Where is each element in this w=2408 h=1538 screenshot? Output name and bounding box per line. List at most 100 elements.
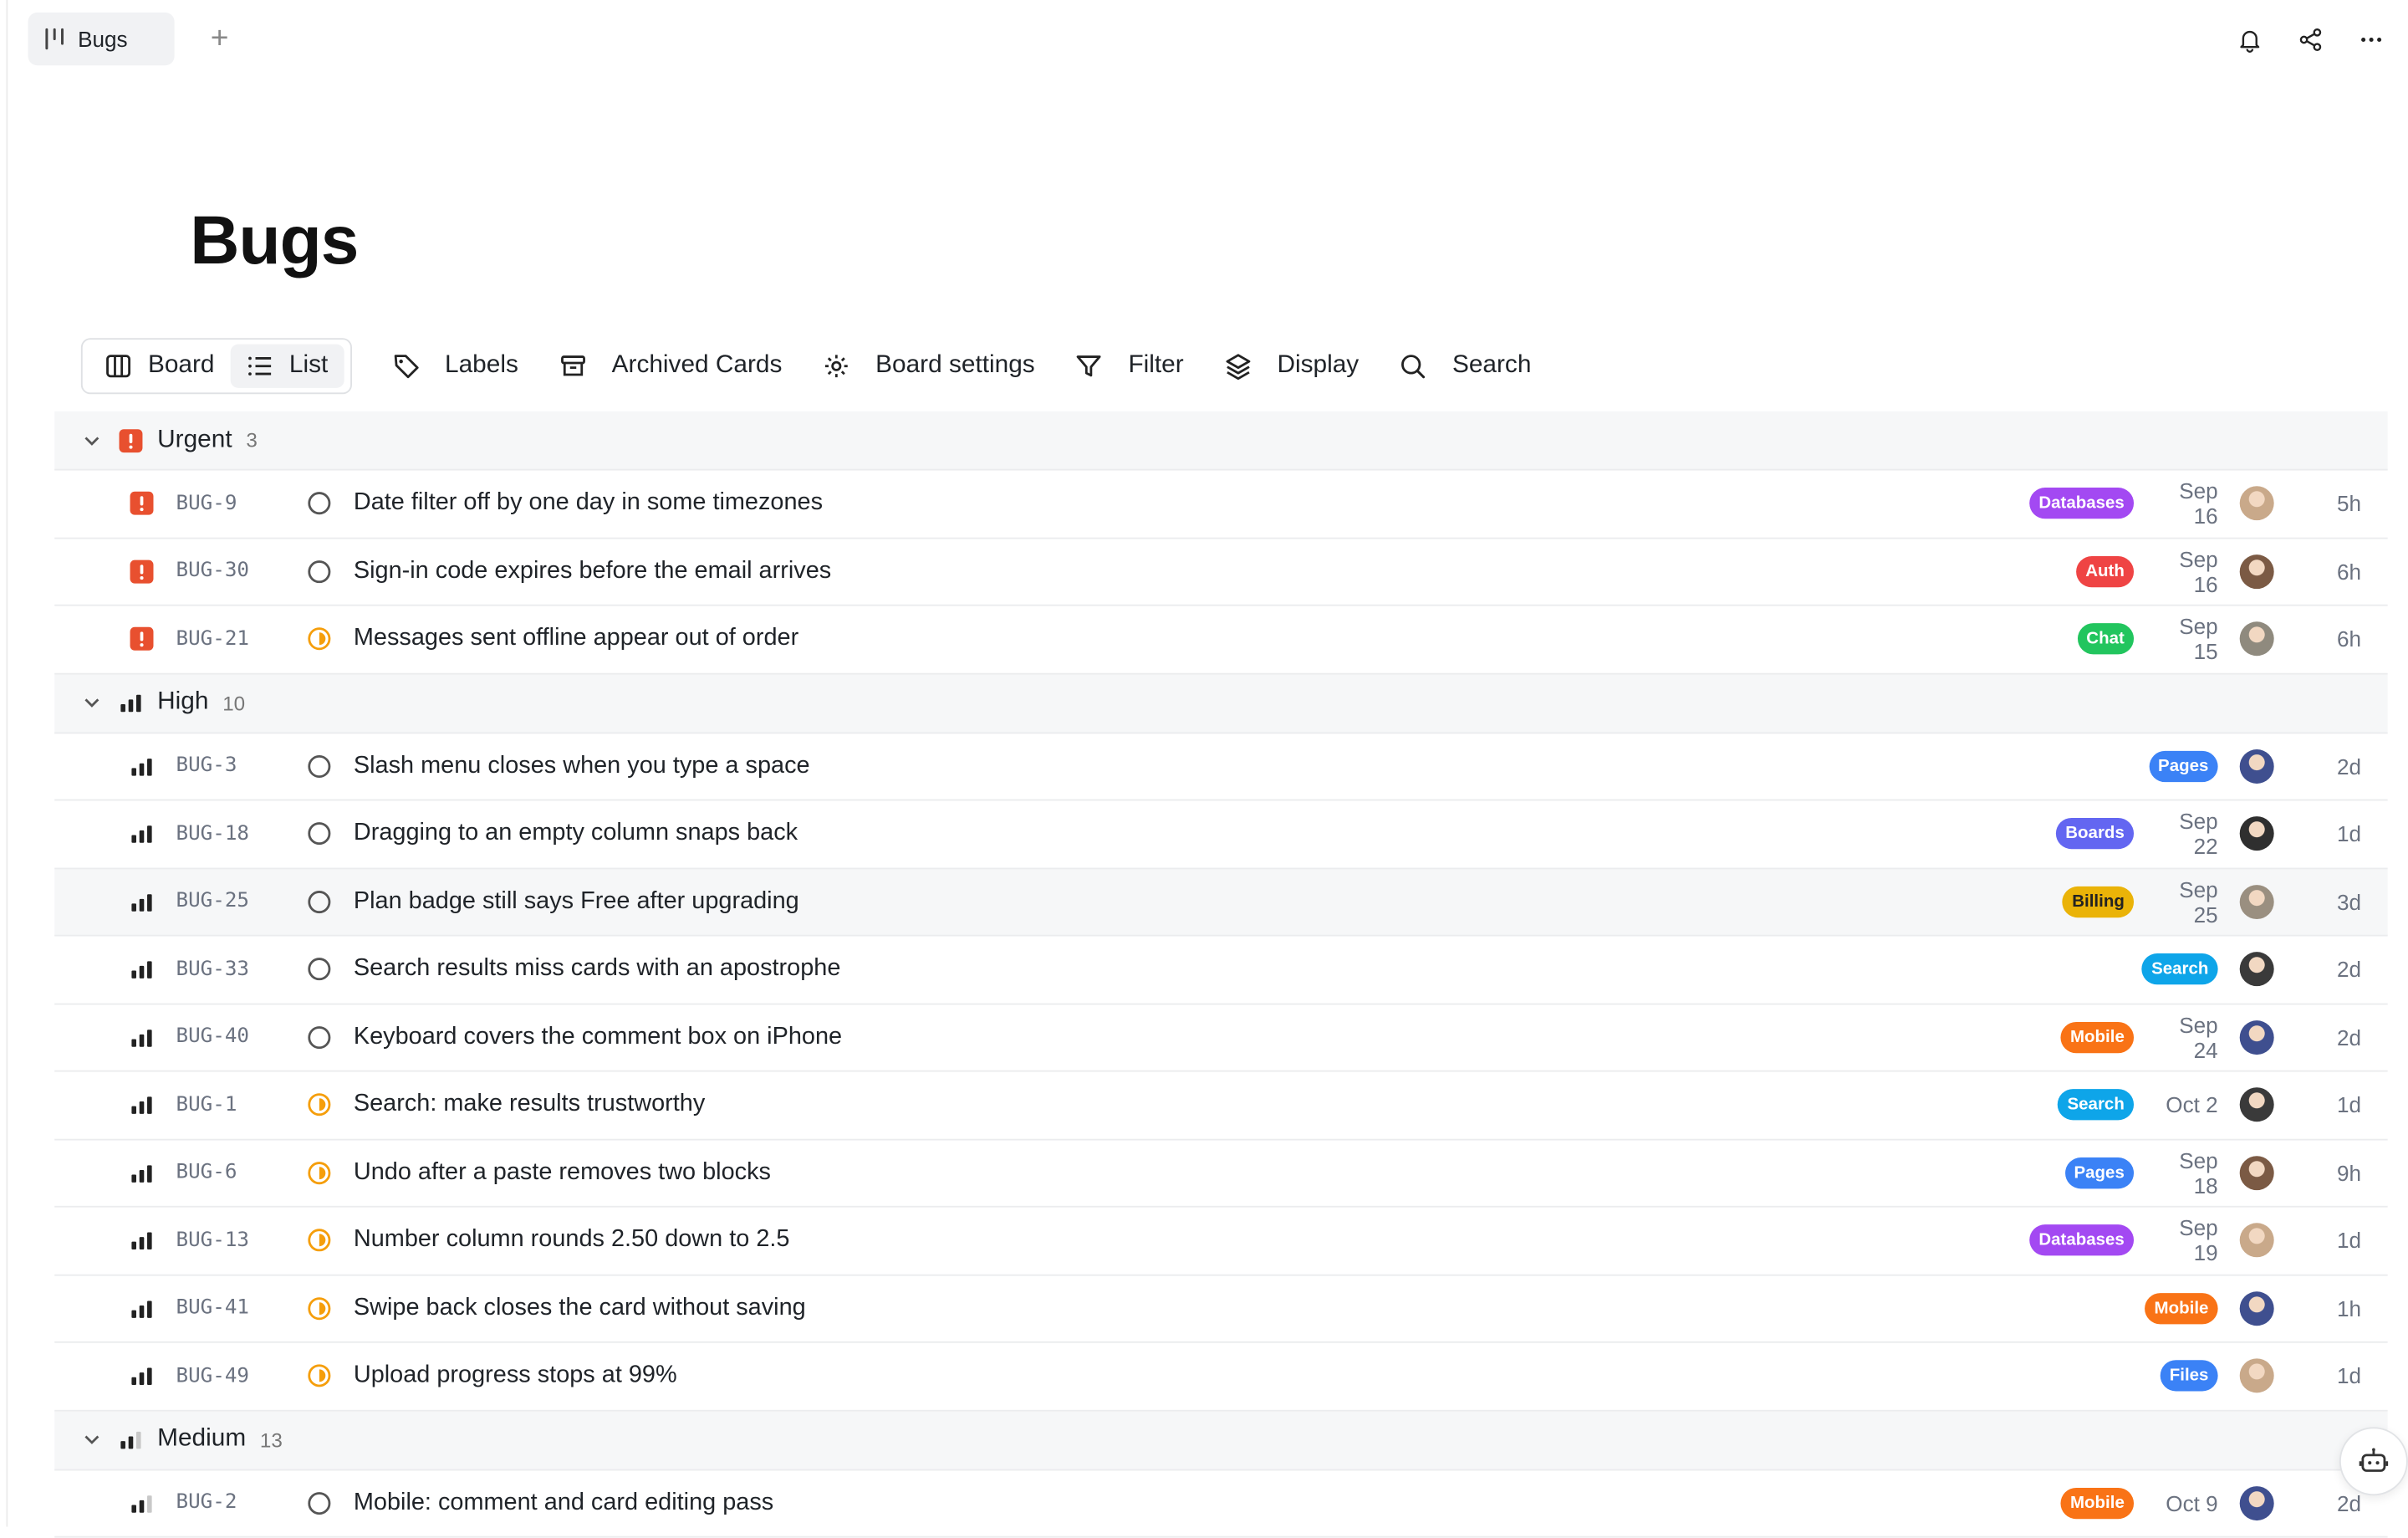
status-progress-icon[interactable] [307, 626, 332, 651]
issue-title[interactable]: Undo after a paste removes two blocks [354, 1158, 771, 1187]
status-todo-icon[interactable] [307, 957, 332, 982]
notification-bell-icon[interactable] [2235, 25, 2264, 54]
status-progress-icon[interactable] [307, 1160, 332, 1185]
priority-urgent-icon[interactable] [130, 491, 155, 516]
issue-row[interactable]: BUG-1 Search: make results trustworthy Sea… [54, 1072, 2388, 1140]
issue-title[interactable]: Dragging to an empty column snaps back [354, 820, 798, 848]
priority-urgent-icon[interactable] [130, 559, 155, 584]
issue-row[interactable]: BUG-41 Swipe back closes the card without… [54, 1275, 2388, 1343]
issue-title[interactable]: Search results miss cards with an apostr… [354, 955, 841, 984]
chevron-down-icon[interactable] [81, 429, 103, 451]
label-badge[interactable]: Mobile [2060, 1021, 2135, 1053]
labels-button[interactable]: Labels [392, 352, 518, 381]
avatar[interactable] [2239, 749, 2274, 784]
status-progress-icon[interactable] [307, 1363, 332, 1388]
avatar[interactable] [2239, 1485, 2274, 1520]
avatar[interactable] [2239, 486, 2274, 521]
avatar[interactable] [2239, 816, 2274, 851]
status-todo-icon[interactable] [307, 491, 332, 516]
issue-row[interactable]: BUG-6 Undo after a paste removes two bloc… [54, 1140, 2388, 1208]
avatar[interactable] [2239, 1223, 2274, 1258]
priority-high-icon[interactable] [130, 1092, 155, 1117]
issue-row[interactable]: BUG-2 Mobile: comment and card editing pa… [54, 1470, 2388, 1538]
chevron-down-icon[interactable] [81, 692, 103, 713]
priority-urgent-icon[interactable] [130, 626, 155, 651]
priority-medium-icon[interactable] [130, 1490, 155, 1515]
avatar[interactable] [2239, 1019, 2274, 1055]
label-badge[interactable]: Chat [2077, 623, 2135, 655]
chevron-down-icon[interactable] [81, 1428, 103, 1450]
issue-row[interactable]: BUG-9 Date filter off by one day in some … [54, 471, 2388, 539]
issue-title[interactable]: Number column rounds 2.50 down to 2.5 [354, 1226, 790, 1254]
status-progress-icon[interactable] [307, 1228, 332, 1253]
priority-high-icon[interactable] [130, 1228, 155, 1253]
issue-title[interactable]: Sign-in code expires before the email ar… [354, 557, 831, 585]
status-todo-icon[interactable] [307, 559, 332, 584]
label-badge[interactable]: Mobile [2145, 1292, 2218, 1324]
label-badge[interactable]: Files [2160, 1360, 2218, 1392]
label-badge[interactable]: Auth [2076, 555, 2135, 587]
priority-high-icon[interactable] [130, 821, 155, 846]
display-button[interactable]: Display [1224, 352, 1359, 381]
issue-row[interactable]: BUG-21 Messages sent offline appear out o… [54, 606, 2388, 674]
avatar[interactable] [2239, 952, 2274, 987]
assistant-button[interactable] [2339, 1427, 2408, 1496]
issue-row[interactable]: BUG-13 Number column rounds 2.50 down to … [54, 1208, 2388, 1275]
status-todo-icon[interactable] [307, 754, 332, 779]
issue-row[interactable]: BUG-18 Dragging to an empty column snaps … [54, 800, 2388, 869]
status-todo-icon[interactable] [307, 821, 332, 846]
issue-row[interactable]: BUG-3 Slash menu closes when you type a s… [54, 733, 2388, 801]
avatar[interactable] [2239, 1155, 2274, 1190]
label-badge[interactable]: Boards [2056, 818, 2135, 850]
avatar[interactable] [2239, 1087, 2274, 1122]
label-badge[interactable]: Mobile [2060, 1487, 2135, 1519]
list-view-button[interactable]: List [230, 344, 344, 388]
issue-title[interactable]: Swipe back closes the card without savin… [354, 1295, 806, 1323]
issue-row[interactable]: BUG-25 Plan badge still says Free after u… [54, 868, 2388, 937]
group-header-medium[interactable]: Medium 13 [54, 1410, 2388, 1470]
issue-title[interactable]: Plan badge still says Free after upgradi… [354, 887, 799, 916]
board-settings-button[interactable]: Board settings [823, 352, 1035, 381]
issue-row[interactable]: BUG-33 Search results miss cards with an … [54, 937, 2388, 1004]
label-badge[interactable]: Databases [2029, 488, 2135, 519]
tab-bugs[interactable]: Bugs [28, 12, 175, 66]
label-badge[interactable]: Search [2141, 953, 2218, 985]
archived-cards-button[interactable]: Archived Cards [559, 352, 782, 381]
issue-title[interactable]: Messages sent offline appear out of orde… [354, 625, 798, 653]
issue-row[interactable]: BUG-40 Keyboard covers the comment box on… [54, 1004, 2388, 1072]
avatar[interactable] [2239, 554, 2274, 589]
issue-title[interactable]: Date filter off by one day in some timez… [354, 489, 823, 518]
status-todo-icon[interactable] [307, 1490, 332, 1515]
share-icon[interactable] [2296, 25, 2325, 54]
issue-title[interactable]: Keyboard covers the comment box on iPhon… [354, 1023, 842, 1051]
issue-title[interactable]: Upload progress stops at 99% [354, 1362, 677, 1391]
priority-high-icon[interactable] [130, 754, 155, 779]
status-todo-icon[interactable] [307, 889, 332, 914]
issue-row[interactable]: BUG-49 Upload progress stops at 99% Files 1… [54, 1343, 2388, 1411]
avatar[interactable] [2239, 621, 2274, 657]
group-header-urgent[interactable]: Urgent 3 [54, 411, 2388, 471]
avatar[interactable] [2239, 1358, 2274, 1393]
add-tab-button[interactable]: + [202, 22, 237, 56]
more-options-icon[interactable] [2356, 25, 2385, 54]
label-badge[interactable]: Billing [2063, 886, 2135, 917]
search-button[interactable]: Search [1400, 352, 1531, 381]
priority-high-icon[interactable] [130, 889, 155, 914]
label-badge[interactable]: Pages [2064, 1157, 2135, 1188]
priority-high-icon[interactable] [130, 1024, 155, 1050]
status-progress-icon[interactable] [307, 1295, 332, 1321]
priority-high-icon[interactable] [130, 957, 155, 982]
priority-high-icon[interactable] [130, 1160, 155, 1185]
issue-row[interactable]: BUG-30 Sign-in code expires before the em… [54, 539, 2388, 606]
label-badge[interactable]: Pages [2148, 750, 2218, 782]
group-header-high[interactable]: High 10 [54, 673, 2388, 733]
issue-title[interactable]: Mobile: comment and card editing pass [354, 1489, 773, 1517]
filter-button[interactable]: Filter [1075, 352, 1184, 381]
priority-high-icon[interactable] [130, 1363, 155, 1388]
status-todo-icon[interactable] [307, 1024, 332, 1050]
priority-high-icon[interactable] [130, 1295, 155, 1321]
label-badge[interactable]: Databases [2029, 1224, 2135, 1256]
avatar[interactable] [2239, 1290, 2274, 1326]
issue-title[interactable]: Slash menu closes when you type a space [354, 752, 810, 780]
label-badge[interactable]: Search [2058, 1089, 2135, 1121]
